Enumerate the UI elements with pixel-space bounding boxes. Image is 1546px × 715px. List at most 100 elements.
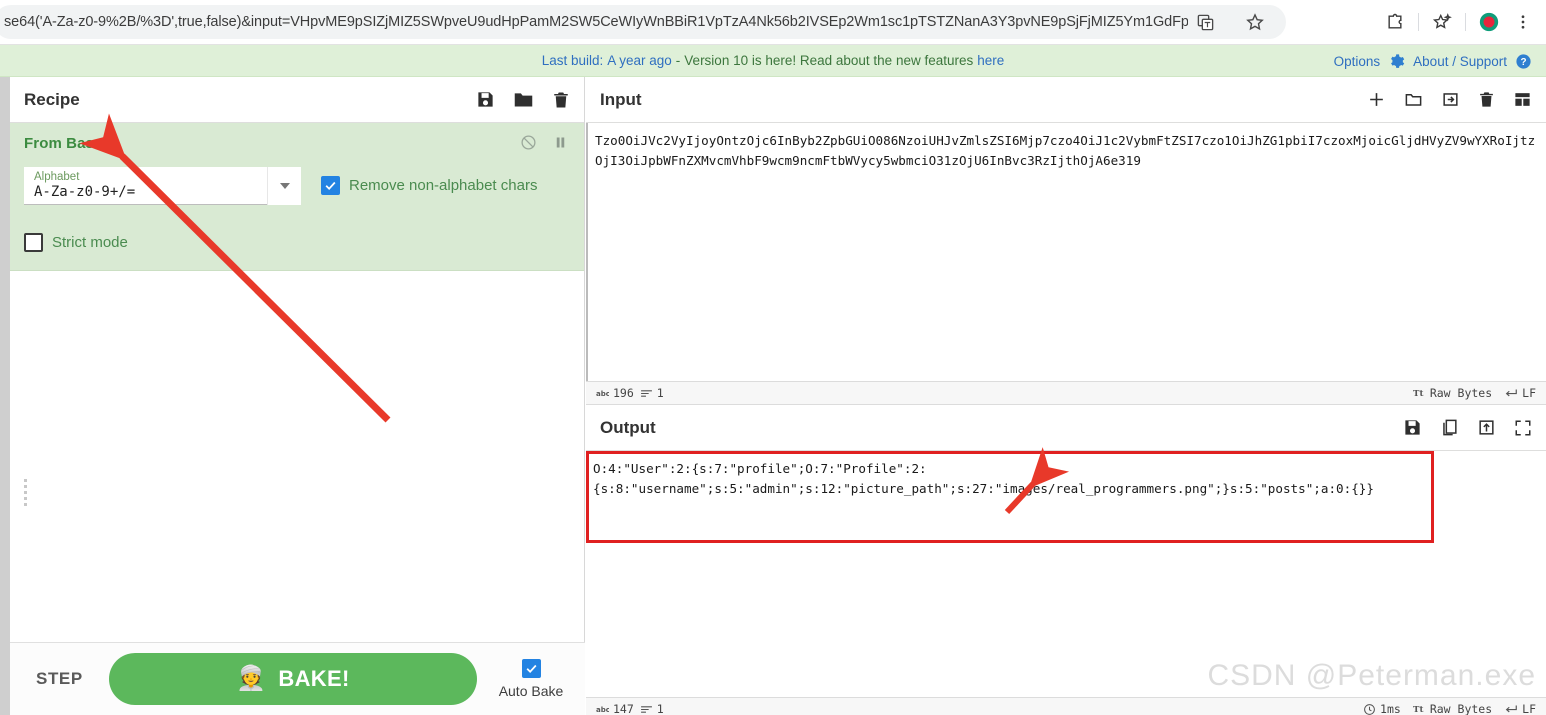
import-icon[interactable] [1441,90,1460,109]
input-status-left: abc 196 1 [596,386,664,400]
operation-controls [520,134,568,151]
disable-circle-icon[interactable] [520,134,537,151]
about-support-link[interactable]: About / Support [1413,54,1507,69]
copy-icon[interactable] [1440,418,1459,437]
remove-non-alphabet-checkbox[interactable] [321,176,340,195]
bake-button-label: BAKE! [278,666,350,691]
options-link[interactable]: Options [1334,54,1381,69]
strict-mode-checkbox[interactable] [24,233,43,252]
trash-icon[interactable] [552,91,570,109]
address-bar[interactable]: se64('A-Za-z0-9%2B/%3D',true,false)&inpu… [0,5,1286,39]
output-textarea-wrapper[interactable]: O:4:"User":2:{s:7:"profile";O:7:"Profile… [586,451,1546,697]
last-build-value[interactable]: A year ago [607,53,672,68]
save-icon[interactable] [476,90,495,109]
recipe-header-icons [476,89,570,110]
output-format-value: Raw Bytes [1429,702,1493,715]
output-header-icons [1403,418,1532,437]
input-status-bar: abc 196 1 Tt Raw Bytes LF [586,381,1546,405]
star-icon[interactable] [1238,5,1272,39]
input-format-group[interactable]: Tt Raw Bytes [1413,386,1492,400]
input-textarea[interactable]: Tzo0OiJVc2VyIjoyOntzOjc6InByb2ZpbGUiO086… [588,123,1546,179]
recipe-resize-handle[interactable] [24,479,27,506]
plus-icon[interactable] [1367,90,1386,109]
alphabet-field[interactable]: Alphabet A-Za-z0-9+/= [24,167,301,205]
recipe-title: Recipe [24,89,80,109]
strict-mode-checkbox-row[interactable]: Strict mode [24,233,570,252]
address-bar-url[interactable]: se64('A-Za-z0-9%2B/%3D',true,false)&inpu… [0,14,1188,30]
left-edge-gutter [0,77,10,715]
lines-icon [640,389,652,397]
input-title: Input [600,89,642,109]
svg-text:abc: abc [596,705,609,714]
output-length-value: 147 [613,702,634,715]
chevron-down-icon[interactable] [267,167,301,205]
input-header: Input [586,77,1546,123]
font-icon: Tt [1413,705,1423,715]
input-lines-value: 1 [656,386,664,400]
trash-icon[interactable] [1478,91,1495,108]
operation-title: From Base64 [24,135,120,152]
translate-icon[interactable] [1188,5,1222,39]
auto-bake-checkbox[interactable] [521,659,541,678]
remove-non-alphabet-label: Remove non-alphabet chars [349,177,538,194]
step-button[interactable]: STEP [24,663,95,695]
output-time-value: 1ms [1380,702,1401,715]
svg-text:Tt: Tt [1413,705,1423,715]
auto-bake-toggle[interactable]: Auto Bake [491,659,571,699]
question-circle-icon[interactable]: ? [1515,53,1532,70]
abc-icon: abc [596,705,609,714]
abc-icon: abc [596,389,609,398]
fullscreen-icon[interactable] [1514,419,1532,437]
lines-icon [640,705,652,713]
input-lines-group: 1 [640,386,664,400]
alphabet-value[interactable]: A-Za-z0-9+/= [34,184,291,201]
input-length-value: 196 [613,386,634,400]
banner-text: Version 10 is here! Read about the new f… [684,53,974,68]
puzzle-icon[interactable] [1378,5,1412,39]
svg-text:abc: abc [596,389,609,398]
star-sparkle-icon[interactable] [1425,5,1459,39]
bake-button[interactable]: 👳 BAKE! [108,653,477,705]
save-icon[interactable] [1403,418,1422,437]
toolbar-divider [1418,13,1419,31]
gear-icon[interactable] [1388,53,1405,70]
last-build-label[interactable]: Last build: [542,53,604,68]
announcement-banner: Last build: A year ago - Version 10 is h… [0,45,1546,77]
pause-icon[interactable] [553,135,568,150]
browser-action-icons [1378,5,1540,39]
font-icon: Tt [1413,389,1423,399]
operation-arguments: Alphabet A-Za-z0-9+/= Remove non-alphabe [24,167,570,205]
recipe-operation-from-base64[interactable]: From Base64 Alphabet A-Za-z0-9+/= Remove… [10,123,584,271]
input-eol-group[interactable]: LF [1504,386,1536,400]
output-length-group: abc 147 [596,702,634,715]
folder-icon[interactable] [513,89,534,110]
svg-text:Tt: Tt [1413,389,1423,399]
output-format-group[interactable]: Tt Raw Bytes [1413,702,1492,715]
chef-icon: 👳 [236,665,267,692]
input-status-right: Tt Raw Bytes LF [1413,386,1536,400]
output-eol-group[interactable]: LF [1504,702,1536,715]
replace-input-icon[interactable] [1477,418,1496,437]
output-title: Output [600,417,656,437]
remove-non-alphabet-checkbox-row[interactable]: Remove non-alphabet chars [321,167,537,195]
recipe-operations-list[interactable]: From Base64 Alphabet A-Za-z0-9+/= Remove… [10,123,584,693]
profile-avatar-icon[interactable] [1472,5,1506,39]
output-header: Output [586,405,1546,451]
banner-message: Last build: A year ago - Version 10 is h… [542,53,1005,68]
folder-open-icon[interactable] [1404,90,1423,109]
banner-here-link[interactable]: here [977,53,1004,68]
output-lines-value: 1 [656,702,664,715]
layout-icon[interactable] [1513,90,1532,109]
strict-mode-label: Strict mode [52,234,128,251]
enter-icon [1505,705,1517,713]
kebab-menu-icon[interactable] [1506,5,1540,39]
auto-bake-label: Auto Bake [498,683,564,699]
output-textarea[interactable]: O:4:"User":2:{s:7:"profile";O:7:"Profile… [586,451,1546,507]
input-textarea-wrapper[interactable]: Tzo0OiJVc2VyIjoyOntzOjc6InByb2ZpbGUiO086… [586,123,1546,381]
svg-text:?: ? [1520,57,1526,68]
input-length-group: abc 196 [596,386,634,400]
output-eol-value: LF [1522,702,1536,715]
toolbar-divider-2 [1465,13,1466,31]
output-time-group: 1ms [1363,702,1401,715]
output-lines-group: 1 [640,702,664,715]
